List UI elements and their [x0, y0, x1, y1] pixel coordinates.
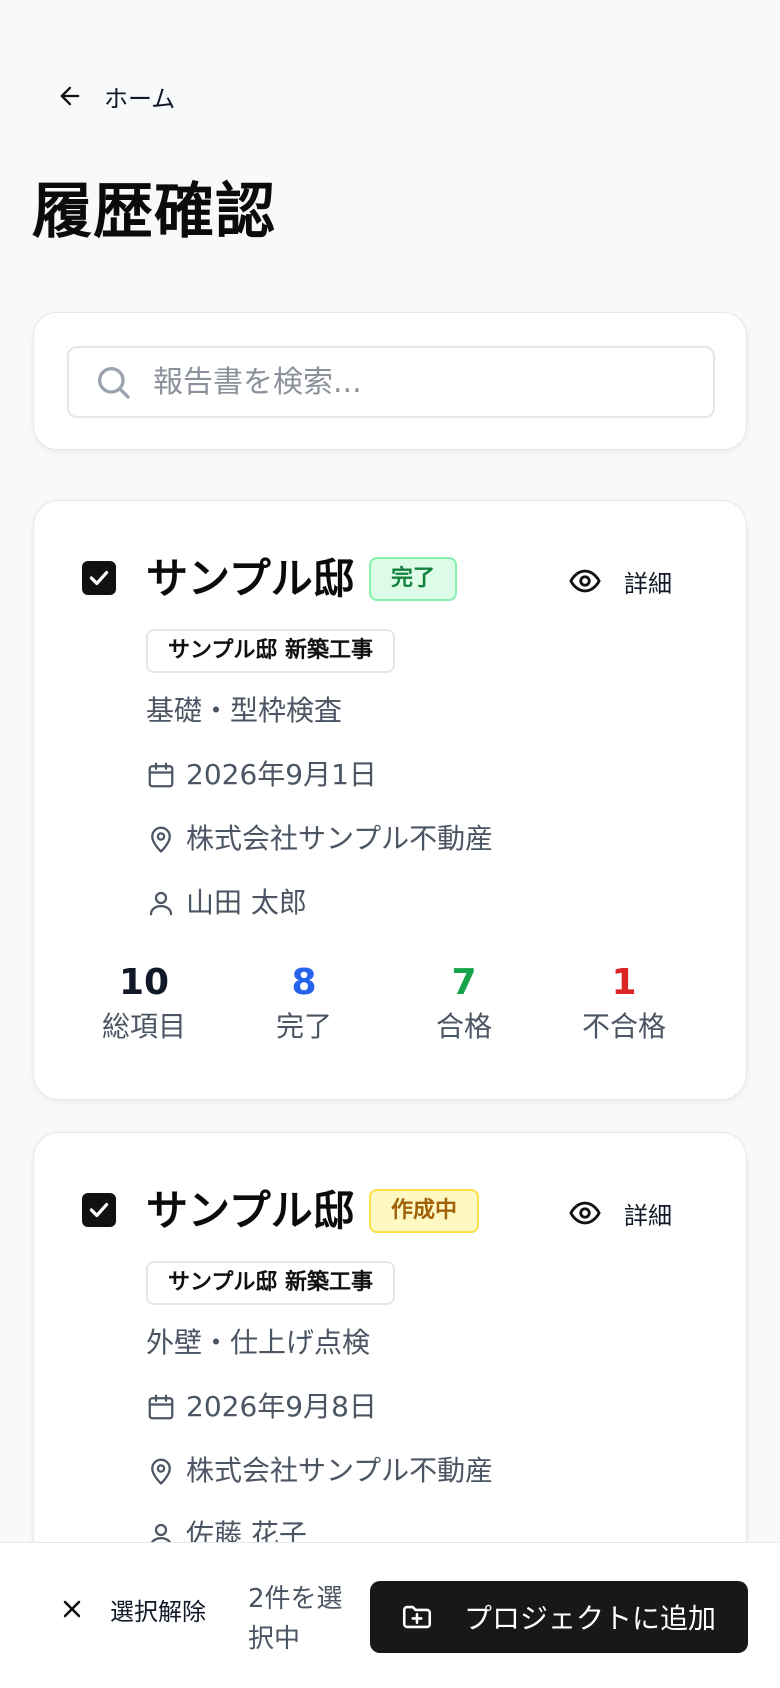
arrow-left-icon — [60, 86, 80, 106]
date-text: 2026年9月1日 — [186, 758, 377, 791]
page-title: 履歴確認 — [32, 177, 276, 247]
stat-pass: 7 合格 — [384, 959, 544, 1047]
inspection-type: 外壁・仕上げ点検 — [146, 1326, 371, 1359]
search-box[interactable] — [67, 346, 715, 418]
add-to-project-label: プロジェクトに追加 — [464, 1602, 717, 1635]
project-tag: サンプル邸 新築工事 — [146, 629, 395, 673]
back-to-home-link[interactable]: ホーム — [56, 76, 175, 116]
stat-pass-label: 合格 — [435, 1010, 492, 1043]
check-icon — [89, 1202, 109, 1218]
search-panel — [33, 312, 747, 450]
report-location: 株式会社サンプル不動産 — [146, 1451, 493, 1491]
user-icon — [149, 891, 173, 916]
map-pin-icon — [151, 1458, 171, 1485]
location-text: 株式会社サンプル不動産 — [186, 822, 494, 855]
report-select-checkbox[interactable] — [82, 561, 116, 595]
detail-label: 詳細 — [624, 1201, 672, 1230]
back-label: ホーム — [104, 84, 176, 113]
search-input[interactable] — [153, 364, 673, 400]
status-badge: 完了 — [369, 557, 458, 601]
inspection-type: 基礎・型枠検査 — [146, 694, 343, 727]
stat-fail-label: 不合格 — [581, 1010, 666, 1043]
stat-fail: 1 不合格 — [544, 959, 704, 1047]
detail-label: 詳細 — [624, 569, 672, 598]
status-badge: 作成中 — [369, 1189, 480, 1233]
report-date: 2026年9月8日 — [146, 1387, 377, 1427]
stat-pass-value: 7 — [451, 962, 477, 1003]
detail-button[interactable]: 詳細 — [568, 559, 672, 603]
stat-total: 10 総項目 — [64, 959, 224, 1047]
report-title: サンプル邸 — [146, 1186, 355, 1235]
stat-fail-value: 1 — [611, 962, 637, 1003]
folder-plus-icon — [402, 1605, 432, 1629]
stat-done-value: 8 — [291, 962, 317, 1003]
report-card[interactable]: サンプル邸 完了 詳細 サンプル邸 新築工事 基礎・型枠検査 2026年9月1日… — [33, 500, 747, 1100]
inspector-text: 山田 太郎 — [186, 886, 307, 919]
report-location: 株式会社サンプル不動産 — [146, 819, 493, 859]
calendar-icon — [148, 762, 174, 788]
selection-count: 2件を選択中 — [248, 1584, 343, 1654]
clear-selection-label: 選択解除 — [110, 1597, 206, 1626]
add-to-project-button[interactable]: プロジェクトに追加 — [370, 1581, 748, 1653]
stat-total-value: 10 — [118, 962, 170, 1003]
detail-button[interactable]: 詳細 — [568, 1191, 672, 1235]
calendar-icon — [148, 1394, 174, 1420]
stat-done-label: 完了 — [275, 1010, 332, 1043]
date-text: 2026年9月8日 — [186, 1390, 377, 1423]
report-inspector: 山田 太郎 — [146, 883, 307, 923]
map-pin-icon — [151, 826, 171, 853]
check-icon — [89, 570, 109, 586]
close-icon — [63, 1600, 81, 1618]
project-tag: サンプル邸 新築工事 — [146, 1261, 395, 1305]
eye-icon — [569, 1201, 601, 1225]
selection-action-bar: 選択解除 2件を選択中 プロジェクトに追加 — [0, 1542, 780, 1688]
location-text: 株式会社サンプル不動産 — [186, 1454, 494, 1487]
search-icon — [98, 367, 130, 399]
report-title: サンプル邸 — [146, 554, 355, 603]
report-select-checkbox[interactable] — [82, 1193, 116, 1227]
stat-done: 8 完了 — [224, 959, 384, 1047]
clear-selection-button[interactable]: 選択解除 — [58, 1583, 206, 1635]
stat-total-label: 総項目 — [101, 1010, 186, 1043]
eye-icon — [569, 569, 601, 593]
report-date: 2026年9月1日 — [146, 755, 377, 795]
report-stats: 10 総項目 8 完了 7 合格 1 不合格 — [64, 959, 704, 1047]
